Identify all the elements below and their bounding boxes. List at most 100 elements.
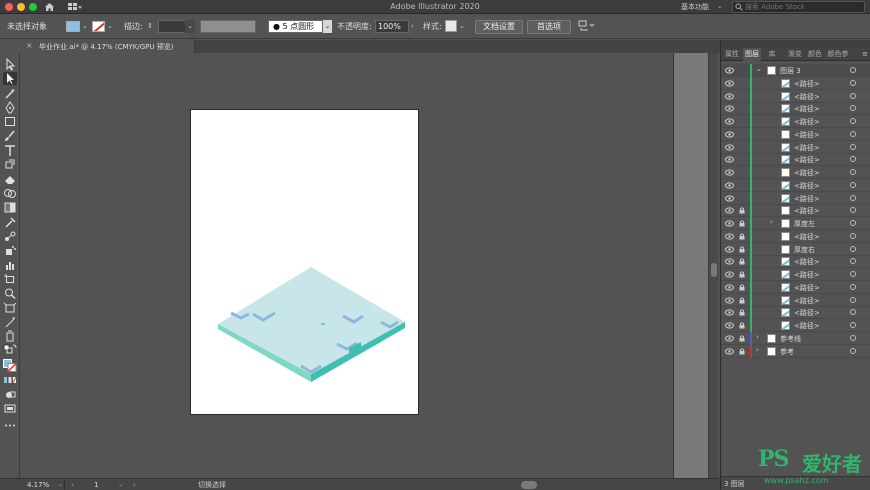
next-artboard-icon[interactable]: › <box>133 480 136 490</box>
visibility-eye-icon[interactable] <box>725 143 734 151</box>
target-circle-icon[interactable] <box>850 156 856 163</box>
shape-builder-tool-icon[interactable] <box>3 187 17 200</box>
visibility-eye-icon[interactable] <box>725 105 734 112</box>
preferences-button[interactable]: 首选项 <box>527 20 571 34</box>
target-circle-icon[interactable] <box>850 258 856 265</box>
tab-color[interactable]: 颜色 <box>806 48 824 61</box>
tab-color-guide[interactable]: 颜色参 <box>825 48 851 61</box>
stroke-swatch[interactable] <box>92 21 105 32</box>
lock-icon[interactable] <box>739 258 745 265</box>
symbol-sprayer-tool-icon[interactable] <box>3 244 17 257</box>
visibility-eye-icon[interactable] <box>725 233 734 240</box>
layer-row[interactable]: 厚度右 <box>721 242 870 256</box>
lock-icon[interactable] <box>739 245 745 253</box>
visibility-eye-icon[interactable] <box>725 309 734 316</box>
visibility-eye-icon[interactable] <box>725 156 734 163</box>
layer-row[interactable]: <路径> <box>721 306 870 320</box>
lock-icon[interactable] <box>739 284 745 291</box>
adobe-stock-search[interactable] <box>732 1 865 13</box>
zoom-tool-icon[interactable] <box>3 287 17 300</box>
target-circle-icon[interactable] <box>850 169 856 175</box>
opacity-field[interactable]: 100% <box>375 20 409 33</box>
target-circle-icon[interactable] <box>850 296 856 303</box>
panel-menu-icon[interactable]: ≡ <box>862 50 868 58</box>
chevron-down-icon[interactable]: ⌄ <box>756 65 762 73</box>
previous-artboard-icon[interactable]: ‹ <box>71 480 74 490</box>
tab-layers[interactable]: 图层 <box>743 48 761 61</box>
target-circle-icon[interactable] <box>850 271 856 277</box>
layer-row[interactable]: <路径> <box>721 293 870 307</box>
layer-row[interactable]: <路径> <box>721 268 870 281</box>
stroke-weight-dropdown[interactable]: ⌄ <box>185 20 195 33</box>
fill-dropdown[interactable]: ⌄ <box>82 21 90 32</box>
chevron-down-icon[interactable]: ⌄ <box>717 2 723 10</box>
visibility-eye-icon[interactable] <box>725 322 734 329</box>
target-circle-icon[interactable] <box>850 207 856 214</box>
target-circle-icon[interactable] <box>850 92 856 99</box>
visibility-eye-icon[interactable] <box>725 131 734 138</box>
canvas[interactable] <box>21 53 671 478</box>
artboard-tool-icon[interactable] <box>3 273 17 286</box>
visibility-eye-icon[interactable] <box>725 207 734 214</box>
lock-icon[interactable] <box>739 335 745 342</box>
isometric-floor-artwork[interactable] <box>191 110 420 416</box>
target-circle-icon[interactable] <box>850 143 856 150</box>
gradient-tool-icon[interactable] <box>3 201 17 214</box>
print-tiling-tool-icon[interactable] <box>3 330 17 343</box>
visibility-eye-icon[interactable] <box>725 220 734 227</box>
layer-row[interactable]: <路径> <box>721 191 870 205</box>
column-graph-tool-icon[interactable] <box>3 259 17 272</box>
target-circle-icon[interactable] <box>850 322 856 328</box>
layer-row[interactable]: <路径> <box>721 229 870 243</box>
chevron-down-icon[interactable]: ⌄ <box>58 480 63 490</box>
layer-row[interactable]: ⌄ 图层 3 <box>721 64 870 77</box>
fill-swatch[interactable] <box>66 21 80 32</box>
lock-icon[interactable] <box>739 322 745 329</box>
close-icon[interactable]: × <box>26 41 33 50</box>
layer-row[interactable]: › 厚度左 <box>721 217 870 230</box>
magic-wand-tool-icon[interactable] <box>3 87 17 100</box>
chevron-right-icon[interactable]: › <box>756 333 759 341</box>
visibility-eye-icon[interactable] <box>725 182 734 189</box>
screen-mode-icon[interactable] <box>3 402 17 415</box>
opacity-arrow[interactable]: › <box>411 21 419 32</box>
paintbrush-tool-icon[interactable] <box>3 130 17 143</box>
variable-width-profile[interactable] <box>200 20 256 33</box>
layer-row[interactable]: <路径> <box>721 319 870 332</box>
document-tab[interactable]: × 毕业作业.ai* @ 4.17% (CMYK/GPU 预览) <box>20 40 195 53</box>
visibility-eye-icon[interactable] <box>725 271 734 278</box>
visibility-eye-icon[interactable] <box>725 67 734 74</box>
visibility-eye-icon[interactable] <box>725 347 734 355</box>
visibility-eye-icon[interactable] <box>725 258 734 265</box>
blend-tool-icon[interactable] <box>3 230 17 243</box>
lock-icon[interactable] <box>739 220 745 227</box>
visibility-eye-icon[interactable] <box>725 245 734 253</box>
target-circle-icon[interactable] <box>850 309 856 316</box>
target-circle-icon[interactable] <box>850 194 856 201</box>
fill-stroke-color-icon[interactable] <box>3 359 17 373</box>
selection-tool-icon[interactable] <box>3 57 17 71</box>
search-input[interactable] <box>745 2 863 12</box>
layer-row[interactable]: <路径> <box>721 178 870 192</box>
direct-selection-tool-icon[interactable] <box>3 72 17 85</box>
layer-row[interactable]: <路径> <box>721 280 870 294</box>
layer-row[interactable]: <路径> <box>721 102 870 116</box>
stroke-stepper[interactable]: ⇕ <box>147 21 155 32</box>
artboard[interactable] <box>190 109 419 415</box>
vertical-scroll-thumb[interactable] <box>711 263 717 277</box>
color-mode-icon[interactable] <box>3 374 17 387</box>
target-circle-icon[interactable] <box>850 79 856 86</box>
rotate-tool-icon[interactable] <box>3 158 17 171</box>
pen-tool-icon[interactable] <box>3 101 17 114</box>
vertical-scrollbar[interactable] <box>708 53 718 478</box>
layer-row[interactable]: <路径> <box>721 89 870 103</box>
chevron-down-icon[interactable]: ⌄ <box>323 20 332 33</box>
layer-row[interactable]: › 参考 <box>721 344 870 358</box>
visibility-eye-icon[interactable] <box>725 296 734 304</box>
lock-icon[interactable] <box>739 271 745 278</box>
stroke-color-dropdown[interactable]: ⌄ <box>107 21 115 32</box>
tab-libraries[interactable]: 库 <box>765 48 779 61</box>
target-circle-icon[interactable] <box>850 105 856 112</box>
lock-icon[interactable] <box>739 296 745 304</box>
target-circle-icon[interactable] <box>850 232 856 239</box>
